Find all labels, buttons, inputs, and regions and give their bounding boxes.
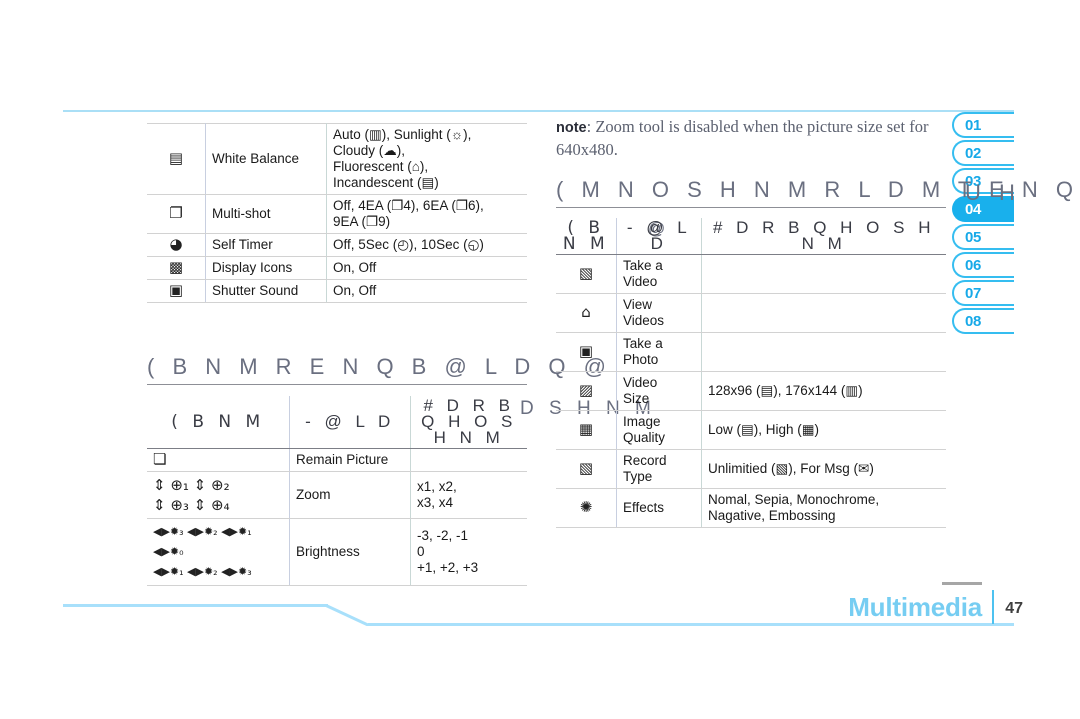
video-size-icon: ▨: [556, 371, 617, 411]
chapter-tab-08-label: 08: [965, 313, 982, 330]
icon-name: Remain Picture: [289, 448, 411, 472]
setting-description: Off, 5Sec (◴), 10Sec (◵): [326, 233, 527, 257]
table-row: ▣ Shutter Sound On, Off: [147, 279, 527, 303]
footer-page-number: 47: [1005, 600, 1023, 617]
footer-rule-right: [368, 623, 1014, 626]
option-description: [701, 293, 946, 333]
shutter-sound-icon: ▣: [147, 279, 206, 303]
chapter-tab-06-label: 06: [965, 257, 982, 274]
footer-rule-left: [63, 604, 328, 607]
icon-name: Zoom: [289, 471, 411, 519]
table-row: ▧ Take a Video: [556, 254, 946, 294]
setting-description: Auto (▥), Sunlight (☼), Cloudy (☁), Fluo…: [326, 123, 527, 195]
option-description: [701, 332, 946, 372]
footer-separator: [992, 590, 994, 624]
chapter-tab-07[interactable]: 07: [952, 280, 1014, 306]
footer-section-title: Multimedia: [848, 592, 982, 622]
setting-description: On, Off: [326, 279, 527, 303]
setting-name: Self Timer: [205, 233, 327, 257]
option-name: Image Quality: [616, 410, 702, 450]
take-a-photo-icon: ▣: [556, 332, 617, 372]
image-quality-icon: ▦: [556, 410, 617, 450]
option-name: Take a Video: [616, 254, 702, 294]
table-row: ▤ White Balance Auto (▥), Sunlight (☼), …: [147, 123, 527, 195]
camera-icons-heading: ( B N M R E N Q B @ L D Q @: [147, 354, 606, 385]
chapter-tab-01-label: 01: [965, 117, 982, 134]
table-row: ❏ Remain Picture: [147, 448, 527, 472]
chapter-tab-05-label: 05: [965, 229, 982, 246]
table-row: ▣ Take a Photo: [556, 332, 946, 372]
video-options-heading: ( M N O S H N M R L D M T E N Q U H: [556, 177, 1080, 208]
icon-description: x1, x2, x3, x4: [410, 471, 527, 519]
option-name: Video Size: [616, 371, 702, 411]
white-balance-icon: ▤: [147, 123, 206, 195]
chapter-tab-07-label: 07: [965, 285, 982, 302]
table-row: ▦ Image Quality Low (▤), High (▦): [556, 410, 946, 450]
chapter-tab-05[interactable]: 05: [952, 224, 1014, 250]
table-row: ▨ Video Size 128x96 (▤), 176x144 (▥): [556, 371, 946, 411]
effects-icon: ✺: [556, 488, 617, 528]
chapter-tab-02[interactable]: 02: [952, 140, 1014, 166]
display-icons-icon: ▩: [147, 256, 206, 280]
column-header-icon: ( B N M: [556, 218, 617, 255]
table-header-row: ( B N M - @ L D # D R B Q H O S H N M: [556, 218, 946, 255]
column-header-name: - @ L D: [289, 396, 411, 449]
setting-description: On, Off: [326, 256, 527, 280]
option-description: [701, 254, 946, 294]
setting-name: Display Icons: [205, 256, 327, 280]
table-header-row: ( B N M - @ L D # D R B Q H O S H N M: [147, 396, 527, 449]
option-description: Low (▤), High (▦): [701, 410, 946, 450]
column-header-icon: ( B N M: [147, 396, 290, 449]
note-block: note: Zoom tool is disabled when the pic…: [556, 116, 936, 161]
chapter-tab-04-label: 04: [965, 201, 982, 218]
zoom-level-icons: ⇕ ⊕₁ ⇕ ⊕₂ ⇕ ⊕₃ ⇕ ⊕₄: [147, 471, 290, 519]
chapter-tab-01[interactable]: 01: [952, 112, 1014, 138]
setting-name: Multi-shot: [205, 194, 327, 234]
chapter-tab-02-label: 02: [965, 145, 982, 162]
take-a-video-icon: ▧: [556, 254, 617, 294]
table-row: ✺ Effects Nomal, Sepia, Monochrome, Naga…: [556, 488, 946, 528]
table-row: ⌂ View Videos: [556, 293, 946, 333]
chapter-tab-08[interactable]: 08: [952, 308, 1014, 334]
remain-picture-icon: ❏: [147, 448, 290, 472]
option-name: Record Type: [616, 449, 702, 489]
setting-description: Off, 4EA (❐4), 6EA (❐6), 9EA (❐9): [326, 194, 527, 234]
table-row: ▩ Display Icons On, Off: [147, 256, 527, 280]
table-row: ⇕ ⊕₁ ⇕ ⊕₂ ⇕ ⊕₃ ⇕ ⊕₄ Zoom x1, x2, x3, x4: [147, 471, 527, 519]
option-description: Nomal, Sepia, Monochrome, Nagative, Embo…: [701, 488, 946, 528]
icon-name: Brightness: [289, 518, 411, 586]
self-timer-icon: ◕: [147, 233, 206, 257]
camera-icons-table: ( B N M - @ L D # D R B Q H O S H N M ❏ …: [147, 396, 527, 586]
column-header-description: # D R B Q H O S H N M: [410, 396, 527, 449]
column-header-name: - @ L D: [616, 218, 702, 255]
setting-name: Shutter Sound: [205, 279, 327, 303]
option-description: 128x96 (▤), 176x144 (▥): [701, 371, 946, 411]
setting-name: White Balance: [205, 123, 327, 195]
column-header-description: # D R B Q H O S H N M: [701, 218, 946, 255]
note-text: : Zoom tool is disabled when the picture…: [556, 117, 929, 159]
brightness-level-icons: ◀▶✹₃ ◀▶✹₂ ◀▶✹₁ ◀▶✹₀ ◀▶✹₁ ◀▶✹₂ ◀▶✹₃: [147, 518, 290, 586]
table-row: ❐ Multi-shot Off, 4EA (❐4), 6EA (❐6), 9E…: [147, 194, 527, 234]
video-options-table: ( B N M - @ L D # D R B Q H O S H N M ▧ …: [556, 218, 946, 528]
table-row: ◕ Self Timer Off, 5Sec (◴), 10Sec (◵): [147, 233, 527, 257]
footer-gray-accent: [942, 582, 982, 585]
note-label: note: [556, 120, 587, 136]
chapter-tab-06[interactable]: 06: [952, 252, 1014, 278]
footer-rule-diagonal: [326, 604, 372, 626]
option-description: Unlimitied (▧), For Msg (✉): [701, 449, 946, 489]
camera-settings-table: ▤ White Balance Auto (▥), Sunlight (☼), …: [147, 123, 527, 303]
icon-description: -3, -2, -1 0 +1, +2, +3: [410, 518, 527, 586]
icon-description: [410, 448, 527, 472]
table-row: ▧ Record Type Unlimitied (▧), For Msg (✉…: [556, 449, 946, 489]
record-type-icon: ▧: [556, 449, 617, 489]
multi-shot-icon: ❐: [147, 194, 206, 234]
option-name: Take a Photo: [616, 332, 702, 372]
manual-page: 01 02 03 04 05 06 07 08 ▤ White Balance …: [0, 0, 1080, 719]
table-row: ◀▶✹₃ ◀▶✹₂ ◀▶✹₁ ◀▶✹₀ ◀▶✹₁ ◀▶✹₂ ◀▶✹₃ Brigh…: [147, 518, 527, 586]
option-name: View Videos: [616, 293, 702, 333]
option-name: Effects: [616, 488, 702, 528]
view-videos-icon: ⌂: [556, 293, 617, 333]
chapter-tab-rail: 01 02 03 04 05 06 07 08: [952, 112, 1014, 336]
top-divider-rule: [63, 110, 1014, 112]
